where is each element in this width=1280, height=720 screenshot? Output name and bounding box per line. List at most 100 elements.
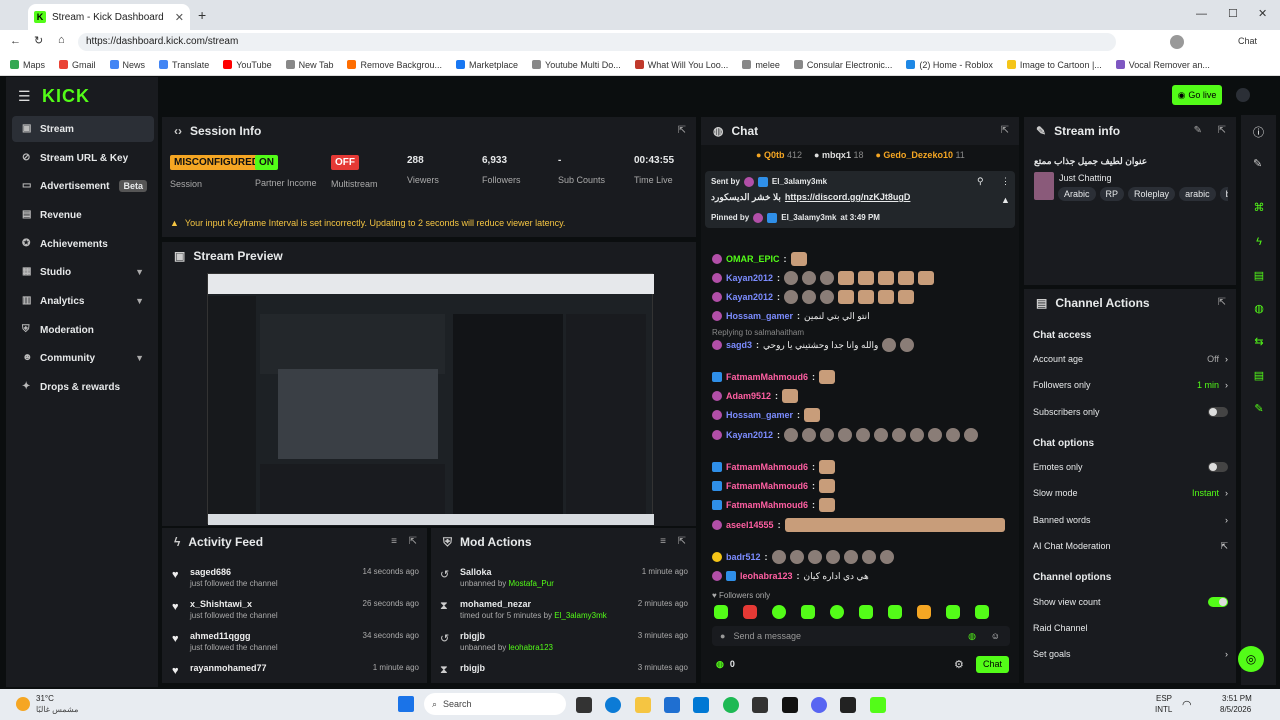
url-input[interactable]: https://dashboard.kick.com/stream xyxy=(78,33,1116,51)
ai-moderation-setting[interactable]: AI Chat Moderation ⇱ xyxy=(1033,541,1228,552)
bookmark-item[interactable]: melee xyxy=(742,60,780,70)
raid-channel-action[interactable]: Raid Channel xyxy=(1033,623,1228,633)
popout-icon[interactable]: ⇱ xyxy=(678,536,686,547)
app-icon[interactable] xyxy=(782,697,798,713)
sidebar-item-stream-url[interactable]: ⊘ Stream URL & Key xyxy=(12,145,154,171)
stream-preview-video[interactable] xyxy=(207,273,654,525)
info-icon[interactable]: ⓘ xyxy=(1253,124,1264,140)
tray-time[interactable]: 3:51 PM xyxy=(1222,694,1252,703)
emote-icon[interactable] xyxy=(917,605,931,619)
emote-icon[interactable] xyxy=(830,605,844,619)
chat-send-button[interactable]: Chat xyxy=(976,656,1009,673)
emotes-only-setting[interactable]: Emotes only xyxy=(1033,462,1228,472)
store-icon[interactable] xyxy=(664,697,680,713)
emote-icon[interactable] xyxy=(772,605,786,619)
popout-icon[interactable]: ⇱ xyxy=(678,125,686,136)
sidebar-item-studio[interactable]: ▦ Studio ▼ xyxy=(12,259,154,285)
capcut-icon[interactable] xyxy=(840,697,856,713)
popout-icon[interactable]: ⇱ xyxy=(1218,297,1226,308)
sidebar-item-achievements[interactable]: ✪ Achievements xyxy=(12,231,154,257)
link-icon[interactable]: ⇆ xyxy=(1250,333,1268,351)
outlook-icon[interactable] xyxy=(693,697,709,713)
doc-icon[interactable]: ▤ xyxy=(1250,267,1268,285)
task-view-icon[interactable] xyxy=(576,697,592,713)
emote-icon[interactable] xyxy=(743,605,757,619)
sidebar-item-advertisement[interactable]: ▭ Advertisement Beta xyxy=(12,173,154,199)
weather-icon[interactable] xyxy=(16,697,30,711)
bolt-icon[interactable]: ϟ xyxy=(1250,233,1268,251)
emote-icon[interactable] xyxy=(801,605,815,619)
tray-kbd[interactable]: INTL xyxy=(1155,705,1172,714)
browser-tab[interactable]: K Stream - Kick Dashboard ✕ xyxy=(28,4,190,30)
actions-icon[interactable]: ▤ xyxy=(1250,367,1268,385)
chat-input[interactable]: ● Send a message ◍ ☺ xyxy=(712,626,1010,646)
taskbar-search[interactable]: ⌕ Search xyxy=(424,693,566,715)
sidebar-item-revenue[interactable]: ▤ Revenue xyxy=(12,202,154,228)
bookmark-item[interactable]: Gmail xyxy=(59,60,96,70)
emote-icon[interactable] xyxy=(888,605,902,619)
kick-app-icon[interactable] xyxy=(870,697,886,713)
subscribers-only-setting[interactable]: Subscribers only xyxy=(1033,407,1228,417)
bookmark-item[interactable]: Remove Backgrou... xyxy=(347,60,442,70)
menu-icon[interactable]: ☰ xyxy=(18,88,31,105)
chat-settings-icon[interactable]: ⚙ xyxy=(954,658,964,671)
sidebar-item-stream[interactable]: ▣ Stream xyxy=(12,116,154,142)
tray-lang[interactable]: ESP xyxy=(1156,694,1172,703)
bookmark-item[interactable]: New Tab xyxy=(285,60,333,70)
sidebar-item-moderation[interactable]: ⛨ Moderation xyxy=(12,317,154,343)
user-avatar[interactable] xyxy=(1236,88,1250,102)
sidebar-item-community[interactable]: ☻ Community ▼ xyxy=(12,345,154,371)
kick-emote-icon[interactable]: ◍ xyxy=(968,631,976,642)
popout-icon[interactable]: ⇱ xyxy=(409,536,417,547)
more-icon[interactable]: ⋮ xyxy=(1001,176,1010,187)
wifi-icon[interactable]: ◠ xyxy=(1182,698,1192,711)
emote-icon[interactable] xyxy=(714,605,728,619)
wrench-icon[interactable]: ✎ xyxy=(1250,400,1268,418)
edge-icon[interactable] xyxy=(605,697,621,713)
lock-app-icon[interactable] xyxy=(752,697,768,713)
file-explorer-icon[interactable] xyxy=(635,697,651,713)
popout-icon[interactable]: ⇱ xyxy=(1001,125,1009,136)
bookmark-item[interactable]: Translate xyxy=(159,60,209,70)
back-icon[interactable]: ← xyxy=(10,35,21,47)
minimize-icon[interactable]: — xyxy=(1196,8,1207,20)
show-view-count-setting[interactable]: Show view count xyxy=(1033,597,1228,607)
copilot-chat-button[interactable]: Chat xyxy=(1238,36,1257,46)
collapse-icon[interactable]: ▲ xyxy=(1001,195,1010,205)
tray-date[interactable]: 8/5/2026 xyxy=(1220,705,1251,714)
close-tab-icon[interactable]: ✕ xyxy=(175,11,184,24)
tool-icon[interactable]: ⌘ xyxy=(1250,199,1268,217)
account-age-setting[interactable]: Account age Off › xyxy=(1033,354,1228,364)
sidebar-item-drops[interactable]: ✦ Drops & rewards xyxy=(12,374,154,400)
subscribers-only-toggle[interactable] xyxy=(1208,407,1228,417)
filter-icon[interactable]: ≡ xyxy=(391,536,397,547)
chat-icon[interactable]: ◍ xyxy=(1250,300,1268,318)
set-goals-action[interactable]: Set goals › xyxy=(1033,649,1228,659)
bookmark-item[interactable]: Marketplace xyxy=(456,60,518,70)
emote-icon[interactable] xyxy=(975,605,989,619)
bookmark-item[interactable]: News xyxy=(109,60,145,70)
profile-avatar[interactable] xyxy=(1170,35,1184,49)
show-view-count-toggle[interactable] xyxy=(1208,597,1228,607)
filter-icon[interactable]: ≡ xyxy=(660,536,666,547)
new-tab-icon[interactable]: + xyxy=(198,7,206,23)
emote-icon[interactable] xyxy=(859,605,873,619)
followers-only-setting[interactable]: Followers only 1 min › xyxy=(1033,380,1228,390)
help-chat-button[interactable]: ◎ xyxy=(1238,646,1264,672)
maximize-icon[interactable]: ☐ xyxy=(1228,7,1238,20)
bookmark-item[interactable]: YouTube xyxy=(223,60,272,70)
bookmark-item[interactable]: Image to Cartoon |... xyxy=(1006,60,1102,70)
emote-icon[interactable] xyxy=(946,605,960,619)
bookmark-item[interactable]: What Will You Loo... xyxy=(634,60,728,70)
edit-icon[interactable]: ✎ xyxy=(1253,157,1262,170)
popout-icon[interactable]: ⇱ xyxy=(1218,125,1226,136)
reload-icon[interactable]: ↻ xyxy=(34,34,43,47)
bookmark-item[interactable]: Maps xyxy=(10,60,45,70)
emotes-only-toggle[interactable] xyxy=(1208,462,1228,472)
spotify-icon[interactable] xyxy=(723,697,739,713)
pin-icon[interactable]: ⚲ xyxy=(977,176,984,187)
banned-words-setting[interactable]: Banned words › xyxy=(1033,515,1228,525)
stream-category[interactable]: Just Chatting xyxy=(1059,173,1112,183)
emoji-icon[interactable]: ☺ xyxy=(991,631,1000,641)
windows-start-icon[interactable] xyxy=(398,696,414,712)
